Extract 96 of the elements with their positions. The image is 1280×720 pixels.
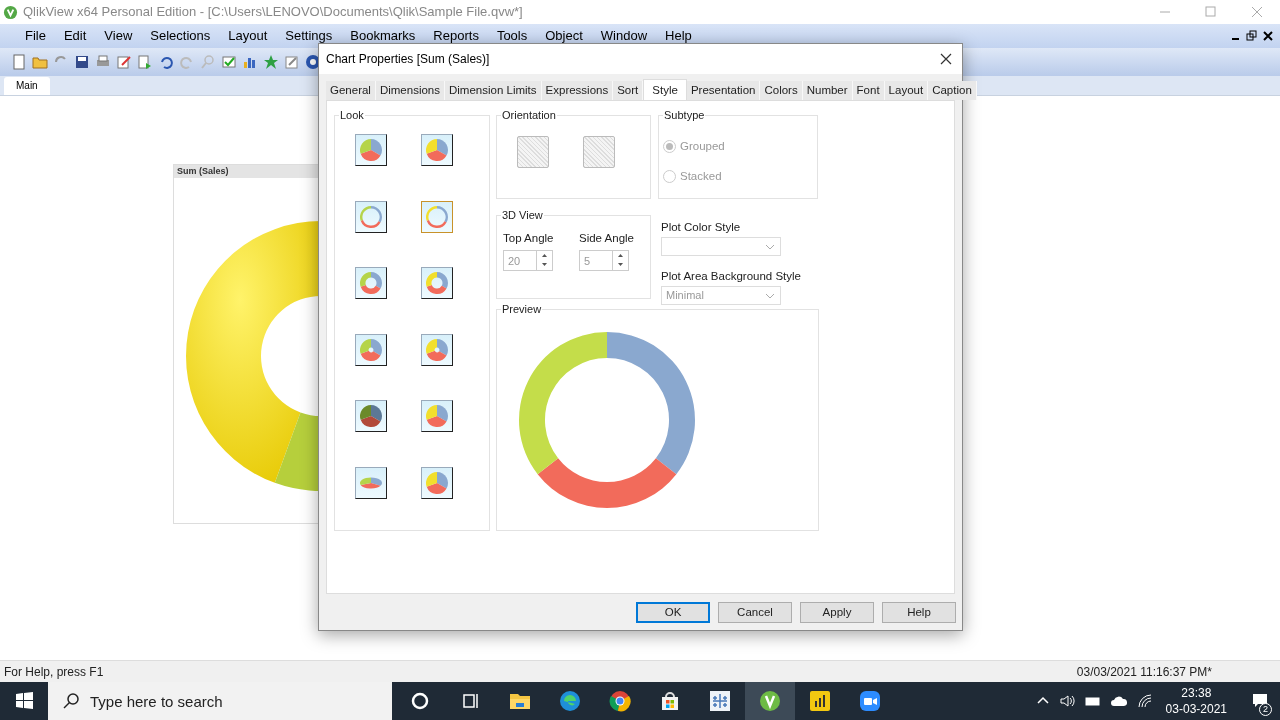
menu-item[interactable]: View bbox=[95, 26, 142, 46]
window-title: QlikView x64 Personal Edition - [C:\Users\LENOVO\Documents\Qlik\Sample File.qvw*] bbox=[23, 3, 523, 22]
donut-chart-icon bbox=[359, 204, 383, 229]
look-style-button[interactable] bbox=[355, 333, 387, 366]
look-style-button[interactable] bbox=[355, 134, 387, 166]
dialog-button[interactable]: Help bbox=[882, 602, 956, 623]
dialog-title: Chart Properties [Sum (Sales)] bbox=[326, 51, 490, 68]
status-text: For Help, press F1 bbox=[3, 663, 104, 681]
app-logo-icon bbox=[3, 4, 18, 20]
dialog-tab[interactable]: Dimension Limits bbox=[445, 81, 542, 100]
dialog-tab[interactable]: Dimensions bbox=[375, 81, 445, 100]
speaker-icon[interactable] bbox=[1058, 693, 1075, 709]
undo-icon[interactable] bbox=[158, 54, 174, 70]
properties-icon[interactable] bbox=[284, 54, 300, 70]
notification-icon[interactable] bbox=[1251, 692, 1269, 710]
pie-chart-icon bbox=[425, 138, 449, 162]
plot-color-style-label: Plot Color Style bbox=[661, 220, 741, 235]
cloud-icon[interactable] bbox=[1109, 694, 1128, 708]
close-icon[interactable] bbox=[940, 53, 952, 65]
pie-chart-icon bbox=[425, 470, 449, 495]
dialog-tab[interactable]: Presentation bbox=[686, 81, 761, 100]
save-icon[interactable] bbox=[74, 54, 90, 70]
menu-item[interactable]: File bbox=[16, 26, 55, 46]
browser-swirl-icon bbox=[558, 689, 582, 713]
look-style-button[interactable] bbox=[355, 400, 387, 432]
menu-item[interactable]: Window bbox=[591, 26, 657, 46]
field-label: Side Angle bbox=[579, 231, 634, 246]
notification-count: 2 bbox=[1259, 703, 1272, 716]
restore-icon[interactable] bbox=[1246, 30, 1258, 42]
menu-item[interactable]: Layout bbox=[219, 26, 277, 46]
donut-chart-icon bbox=[425, 204, 449, 229]
checklist-icon[interactable] bbox=[221, 54, 237, 70]
radio-label: Grouped bbox=[680, 139, 725, 154]
taskbar-app-button[interactable] bbox=[745, 682, 795, 720]
edit-icon[interactable] bbox=[116, 54, 132, 70]
plot-area-background-style-label: Plot Area Background Style bbox=[661, 269, 801, 284]
look-style-button[interactable] bbox=[421, 466, 453, 499]
wifi-icon[interactable] bbox=[1136, 693, 1153, 709]
dialog-button[interactable]: Apply bbox=[800, 602, 874, 623]
look-style-button[interactable] bbox=[421, 134, 453, 166]
dialog-tab[interactable]: Caption bbox=[928, 81, 977, 100]
look-style-button[interactable] bbox=[421, 333, 453, 366]
dialog-button[interactable]: Cancel bbox=[718, 602, 792, 623]
dialog-tab[interactable]: General bbox=[326, 81, 376, 100]
field-label: Top Angle bbox=[503, 231, 554, 246]
dialog-tab[interactable]: Layout bbox=[884, 81, 929, 100]
pie-chart-icon bbox=[359, 404, 383, 428]
close-icon[interactable] bbox=[1262, 30, 1274, 42]
preview-label: Preview bbox=[501, 302, 543, 316]
dialog-button[interactable]: OK bbox=[636, 602, 710, 623]
pie-chart-icon bbox=[359, 138, 383, 162]
orientation-label: Orientation bbox=[501, 108, 557, 122]
menu-item[interactable]: Edit bbox=[54, 26, 96, 46]
search-icon bbox=[62, 692, 80, 710]
bar-chart-icon bbox=[808, 689, 832, 713]
plus-grid-icon bbox=[708, 689, 732, 713]
donut-chart-icon bbox=[359, 337, 383, 362]
dialog-tab[interactable]: Number bbox=[802, 81, 853, 100]
menu-item[interactable]: Selections bbox=[141, 26, 220, 46]
clock-time[interactable]: 23:38 bbox=[1181, 685, 1212, 701]
search-field[interactable]: Type here to search bbox=[48, 682, 392, 720]
dialog-tab[interactable]: Sort bbox=[613, 81, 644, 100]
look-style-button[interactable] bbox=[355, 267, 387, 299]
donut-chart-icon bbox=[425, 271, 449, 295]
3d-view-label: 3D View bbox=[501, 208, 544, 222]
video-camera-icon bbox=[858, 689, 882, 713]
chevron-down-icon bbox=[765, 243, 775, 250]
dialog-tab[interactable]: Colors bbox=[760, 81, 803, 100]
dialog-tab[interactable]: Style bbox=[643, 79, 687, 100]
dialog-tab[interactable]: Font bbox=[852, 81, 885, 100]
clock-date[interactable]: 03-03-2021 bbox=[1165, 701, 1227, 717]
menu-item[interactable]: Tools bbox=[487, 26, 537, 46]
dialog-tab[interactable]: Expressions bbox=[541, 81, 614, 100]
look-label: Look bbox=[339, 108, 365, 122]
donut-chart-icon bbox=[359, 271, 383, 295]
menu-item[interactable]: Bookmarks bbox=[341, 26, 425, 46]
v-logo-icon bbox=[758, 689, 782, 713]
sheet-tab[interactable]: Main bbox=[4, 77, 50, 95]
subtype-label: Subtype bbox=[663, 108, 706, 122]
radio-label: Stacked bbox=[680, 169, 722, 184]
look-style-button[interactable] bbox=[355, 200, 387, 233]
menu-item[interactable]: Settings bbox=[276, 26, 342, 46]
pie-chart-icon bbox=[425, 404, 449, 428]
donut-chart-icon bbox=[425, 337, 449, 362]
look-style-button[interactable] bbox=[355, 466, 387, 499]
menu-item[interactable]: Object bbox=[536, 26, 592, 46]
menu-item[interactable]: Help bbox=[656, 26, 701, 46]
export-icon[interactable] bbox=[137, 54, 153, 70]
look-style-button[interactable] bbox=[421, 267, 453, 299]
status-timestamp: 03/03/2021 11:16:37 PM* bbox=[1076, 663, 1212, 681]
menu-item[interactable]: Reports bbox=[424, 26, 488, 46]
look-style-button[interactable] bbox=[421, 400, 453, 432]
chevron-down-icon bbox=[765, 292, 775, 299]
star-icon[interactable] bbox=[263, 54, 279, 70]
browser-circle-icon bbox=[608, 689, 632, 713]
new-document-icon[interactable] bbox=[11, 54, 27, 70]
